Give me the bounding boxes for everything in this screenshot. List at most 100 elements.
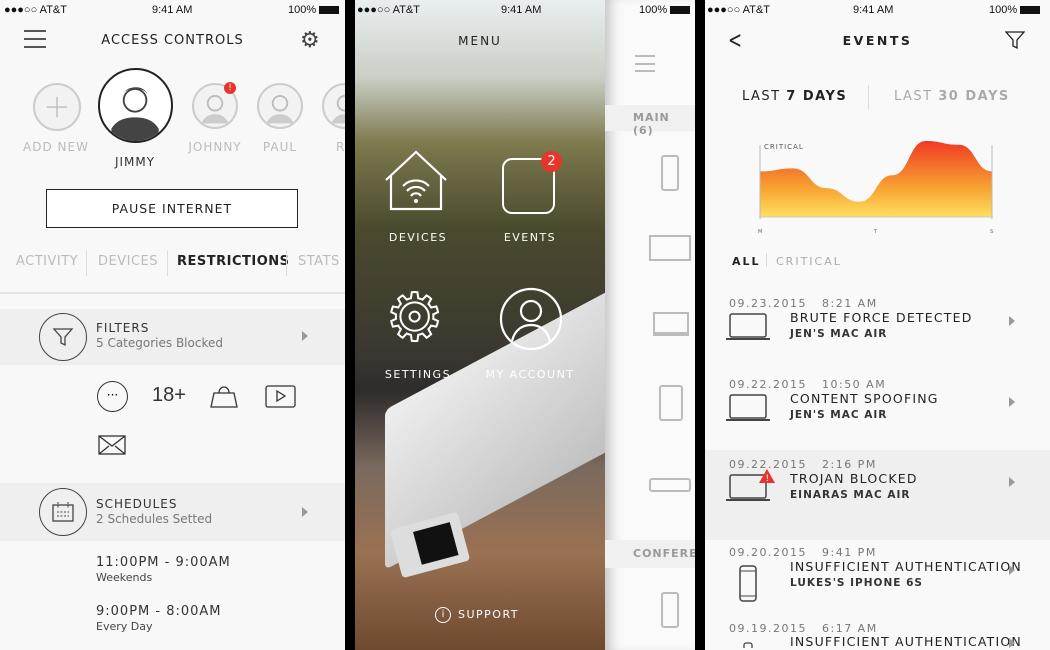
hamburger-menu-icon[interactable] <box>635 55 655 72</box>
event-device: LUKES'S IPHONE 6S <box>790 577 923 589</box>
tab-text-bold: DAYS <box>959 89 1010 104</box>
tab-restrictions[interactable]: RESTRICTIONS <box>177 254 290 269</box>
event-title: TROJAN BLOCKED <box>790 471 918 486</box>
menu-label-my-account[interactable]: MY ACCOUNT <box>475 368 585 381</box>
avatar-jimmy[interactable] <box>98 68 173 143</box>
chart-tick: T <box>873 229 878 235</box>
carrier: ●●●○○ AT&T <box>357 4 420 16</box>
section-conference: CONFERE <box>633 547 695 560</box>
event-row[interactable]: 09.23.2015 8:21 AM BRUTE FORCE DETECTED J… <box>705 290 1050 366</box>
support-link[interactable]: SUPPORT <box>458 608 519 621</box>
page-title: ACCESS CONTROLS <box>101 33 244 48</box>
event-date-time: 10:50 AM <box>821 378 887 391</box>
video-icon[interactable] <box>265 385 296 412</box>
event-row[interactable]: 09.22.2015 2:16 PM ! TROJAN BLOCKED EINAR… <box>705 451 1050 527</box>
mail-icon[interactable] <box>98 435 126 459</box>
event-date-time: 2:16 PM <box>821 458 877 471</box>
event-date: 09.22.2015 10:50 AM <box>729 378 886 391</box>
clock: 9:41 AM <box>501 4 542 16</box>
battery-text: 100% <box>288 4 317 16</box>
schedule-time[interactable]: 9:00PM - 8:00AM <box>96 604 222 619</box>
adult-content-icon[interactable]: 18+ <box>152 384 186 407</box>
shopping-bag-icon[interactable] <box>208 382 240 414</box>
tab-stats[interactable]: STATS <box>298 254 340 269</box>
status-bar: ●●●○○ AT&T 9:41 AM 100% <box>0 0 345 20</box>
section-main: MAIN (6) <box>633 111 670 137</box>
router-icon[interactable] <box>649 478 691 492</box>
gear-icon[interactable]: ⚙ <box>300 28 320 53</box>
battery-text: 100% <box>639 4 668 16</box>
phone-icon <box>738 565 758 603</box>
event-date-day: 09.22.2015 <box>729 378 807 391</box>
filter-icon <box>39 313 87 361</box>
event-date: 09.22.2015 2:16 PM <box>729 458 877 471</box>
menu-label-devices[interactable]: DEVICES <box>363 231 473 244</box>
chevron-right-icon <box>1009 316 1015 326</box>
filter-icon[interactable] <box>1004 30 1026 54</box>
event-date-day: 09.23.2015 <box>729 297 807 310</box>
chevron-right-icon <box>302 507 308 517</box>
event-date: 09.20.2015 9:41 PM <box>729 546 877 559</box>
svg-text:!: ! <box>766 474 770 483</box>
event-row[interactable]: 09.20.2015 9:41 PM INSUFFICIENT AUTHENTI… <box>705 539 1050 615</box>
calendar-icon <box>39 488 87 536</box>
alert-badge: ! <box>224 82 236 94</box>
event-device: EINARAS MAC AIR <box>790 489 911 501</box>
events-screen: ●●●○○ AT&T 9:41 AM 100% < EVENTS LAST 7 … <box>705 0 1050 650</box>
add-new-button[interactable] <box>33 83 81 131</box>
event-date: 09.23.2015 8:21 AM <box>729 297 878 310</box>
event-date-time: 9:41 PM <box>821 546 877 559</box>
laptop-icon <box>725 312 771 342</box>
battery: 100% <box>639 4 691 16</box>
filter-all[interactable]: ALL <box>732 255 761 268</box>
events-badge: 2 <box>541 151 562 172</box>
battery-text: 100% <box>989 4 1018 16</box>
page-title: EVENTS <box>842 33 913 48</box>
event-title: INSUFFICIENT AUTHENTICATION <box>790 559 1022 574</box>
menu-label-settings[interactable]: SETTINGS <box>363 368 473 381</box>
chevron-right-icon <box>302 331 308 341</box>
tab-number: 30 <box>938 89 960 104</box>
event-title: INSUFFICIENT AUTHENTICATION <box>790 634 1022 649</box>
avatar-paul[interactable] <box>257 83 303 129</box>
filters-subtitle: 5 Categories Blocked <box>96 336 223 350</box>
pause-internet-button[interactable]: PAUSE INTERNET <box>46 189 298 228</box>
chevron-right-icon <box>1009 565 1015 575</box>
chevron-right-icon <box>1009 638 1015 648</box>
tab-last-7-days[interactable]: LAST 7 DAYS <box>742 89 847 104</box>
monitor-icon[interactable] <box>649 235 691 261</box>
event-row[interactable]: 09.19.2015 6:17 AM INSUFFICIENT AUTHENTI… <box>705 614 1050 650</box>
schedule-time[interactable]: 11:00PM - 9:00AM <box>96 555 231 570</box>
tab-devices[interactable]: DEVICES <box>98 254 158 269</box>
event-row[interactable]: 09.22.2015 10:50 AM CONTENT SPOOFING JEN'… <box>705 371 1050 447</box>
clock: 9:41 AM <box>853 4 894 16</box>
event-date-time: 8:21 AM <box>821 297 878 310</box>
gear-icon[interactable]: ⚙ <box>384 284 445 352</box>
profile-name: RA <box>335 140 345 154</box>
status-bar: ●●●○○ AT&T 9:41 AM 100% <box>705 0 1050 20</box>
event-device: JEN'S MAC AIR <box>790 409 888 421</box>
tab-activity[interactable]: ACTIVITY <box>16 254 78 269</box>
phone-icon[interactable] <box>661 155 679 191</box>
schedules-title: SCHEDULES <box>96 497 178 511</box>
schedules-subtitle: 2 Schedules Setted <box>96 512 213 526</box>
filter-critical[interactable]: CRITICAL <box>776 255 842 268</box>
tab-text: LAST <box>894 89 939 104</box>
event-title: BRUTE FORCE DETECTED <box>790 310 973 325</box>
baby-monitor-icon[interactable] <box>659 385 683 421</box>
avatar-ra[interactable] <box>322 83 345 129</box>
add-new-label: ADD NEW <box>23 140 89 154</box>
schedule-days: Every Day <box>96 620 153 633</box>
phone-icon[interactable] <box>661 592 679 628</box>
menu-label-events[interactable]: EVENTS <box>475 231 585 244</box>
battery: 100% <box>288 4 340 16</box>
laptop-icon <box>725 393 771 423</box>
event-title: CONTENT SPOOFING <box>790 391 939 406</box>
more-icon[interactable]: ··· <box>97 381 128 412</box>
laptop-icon[interactable] <box>653 312 689 336</box>
chart-label: CRITICAL <box>764 143 804 151</box>
tab-last-30-days[interactable]: LAST 30 DAYS <box>894 89 1010 104</box>
menu-item-devices[interactable] <box>383 150 449 216</box>
phone-icon <box>738 642 758 648</box>
user-circle-icon[interactable] <box>499 287 563 355</box>
